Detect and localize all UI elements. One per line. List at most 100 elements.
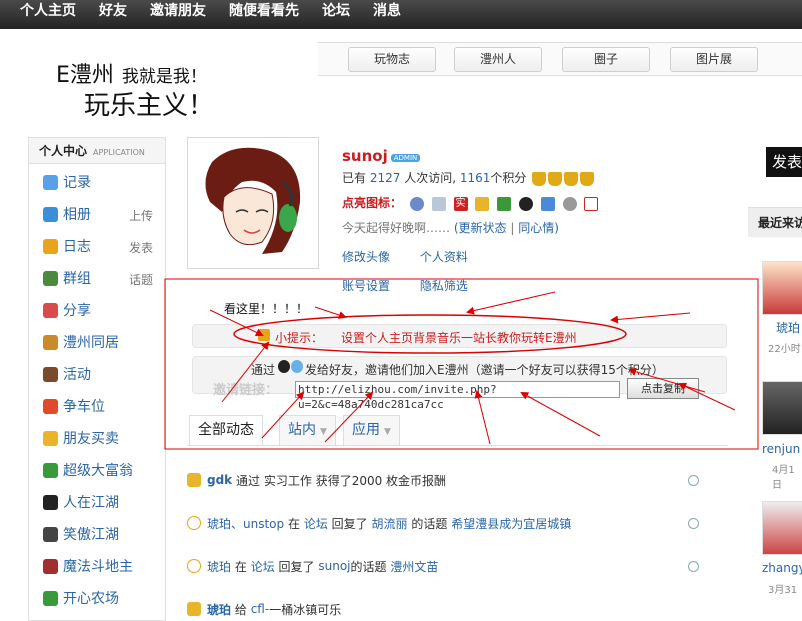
feed-actor[interactable]: 琥珀 [207, 601, 231, 618]
diamond-icon[interactable] [431, 196, 446, 211]
sidebar-item-trade[interactable]: 朋友买卖 [43, 428, 119, 448]
invite-text: 发给好友，邀请他们加入E澧州（邀请一个好友可以获得15个积分） [305, 363, 664, 377]
nav-messages[interactable]: 消息 [363, 0, 411, 29]
house-icon[interactable] [540, 196, 555, 211]
dismiss-icon[interactable] [688, 474, 699, 486]
points-suffix: 个积分 [490, 171, 527, 185]
qq-icon[interactable] [409, 196, 424, 211]
privacy-filter-link[interactable]: 隐私筛选 [420, 279, 468, 293]
sidebar-item-blog[interactable]: 日志 [43, 236, 91, 256]
sidebar-header: 个人中心 APPLICATION [29, 138, 165, 164]
sidebar-item-tycoon[interactable]: 超级大富翁 [43, 460, 133, 480]
feed-item: 琥珀 在 论坛 回复了 sunoj 的话题 澧州文苗 [187, 555, 717, 577]
account-settings-link[interactable]: 账号设置 [342, 279, 390, 293]
profile-info: sunoj ADMIN 已有 2127 人次访问, 1161个积分 点亮图标： 实… [342, 147, 728, 294]
tab-lizhouren[interactable]: 澧州人 [454, 47, 542, 72]
logo-line-2: 玩乐主义！ [84, 91, 215, 121]
visitor-avatar[interactable] [762, 501, 802, 555]
people-icon[interactable] [562, 196, 577, 211]
admin-badge: ADMIN [390, 153, 421, 162]
separator: | [510, 221, 515, 235]
sidebar-item-cohabit[interactable]: 澧州同居 [43, 332, 119, 352]
feed-item: 琥珀 给 cfl- 一桶冰镇可乐 [187, 598, 717, 620]
trophy-icon [548, 171, 563, 186]
tab-wanwuzhi[interactable]: 玩物志 [348, 47, 436, 72]
nav-browse[interactable]: 随便看看先 [219, 0, 309, 29]
feed-actor[interactable]: 琥珀、unstop [207, 515, 284, 532]
feed-forum-link[interactable]: 论坛 [304, 515, 328, 532]
chevron-down-icon: ▼ [384, 427, 391, 437]
card-icon[interactable] [475, 196, 490, 211]
hint-text-link[interactable]: 设置个人主页背景音乐一站长教你玩转E澧州 [341, 329, 577, 346]
tab-gallery[interactable]: 图片展 [670, 47, 758, 72]
dismiss-icon[interactable] [688, 560, 699, 572]
visitor-name[interactable]: zhangy [762, 561, 802, 575]
feed-topic-link[interactable]: 希望澧县成为宜居城镇 [451, 515, 571, 532]
feed-actor[interactable]: gdk [207, 473, 232, 487]
tab-site[interactable]: 站内 ▼ [279, 415, 336, 445]
avatar[interactable] [192, 142, 314, 264]
feed-topic-link[interactable]: 澧州文苗 [390, 558, 438, 575]
nav-friends[interactable]: 好友 [89, 0, 137, 29]
tab-circles[interactable]: 圈子 [562, 47, 650, 72]
sidebar-item-label: 朋友买卖 [63, 431, 119, 447]
sidebar-item-record[interactable]: 记录 [43, 172, 91, 192]
profile-settings-link[interactable]: 个人资料 [420, 250, 468, 264]
visitor-name[interactable]: renjun [762, 442, 800, 456]
sidebar-item-activity[interactable]: 活动 [43, 364, 91, 384]
update-status-link[interactable]: (更新状态 [454, 221, 507, 235]
visitor-name[interactable]: 琥珀 [776, 319, 800, 336]
visitor-avatar[interactable] [762, 261, 802, 315]
sidebar-item-share[interactable]: 分享 [43, 300, 91, 320]
feed-divider [187, 445, 728, 446]
feed-forum-link[interactable]: 论坛 [251, 558, 275, 575]
hint-label: 小提示： [275, 331, 324, 345]
logo-subtitle: 我就是我！ [121, 67, 207, 87]
sidebar-item-label: 开心农场 [63, 591, 119, 607]
top-nav: 个人主页 好友 邀请朋友 随便看看先 论坛 消息 [0, 0, 802, 29]
nav-invite[interactable]: 邀请朋友 [140, 0, 216, 29]
penguin-icon[interactable] [518, 196, 533, 211]
sidebar-item-xiaoao[interactable]: 笑傲江湖 [43, 524, 119, 544]
feed-user-link[interactable]: 胡流丽 [372, 515, 408, 532]
real-name-icon[interactable]: 实 [453, 196, 468, 211]
home-icon[interactable] [497, 196, 512, 211]
nav-home[interactable]: 个人主页 [10, 0, 86, 29]
sword-icon [43, 526, 58, 542]
same-mood-link[interactable]: 同心情) [518, 221, 559, 235]
wizard-icon [43, 558, 58, 574]
site-logo[interactable]: E澧州 我就是我！ 玩乐主义！ [0, 29, 320, 125]
sidebar-item-parking[interactable]: 争车位 [43, 396, 105, 416]
mail-icon[interactable] [584, 196, 599, 211]
visitor-time: 3月31 [768, 585, 798, 596]
tab-all-activity[interactable]: 全部动态 [189, 415, 263, 445]
tab-apps[interactable]: 应用 ▼ [343, 415, 400, 445]
sidebar-item-action[interactable]: 话题 [129, 271, 153, 288]
feed-actor[interactable]: 琥珀 [207, 558, 231, 575]
feed-user-link[interactable]: cfl- [251, 602, 270, 616]
feed-text: 给 [234, 602, 247, 617]
sidebar-item-action[interactable]: 发表 [129, 239, 153, 256]
profile-links-2: 账号设置 隐私筛选 [342, 277, 728, 294]
dismiss-icon[interactable] [688, 517, 699, 529]
sidebar-item-landlord[interactable]: 魔法斗地主 [43, 556, 133, 576]
sidebar-item-farm[interactable]: 开心农场 [43, 588, 119, 608]
speaker-icon [258, 329, 270, 341]
nav-forum[interactable]: 论坛 [312, 0, 360, 29]
feed-item: 琥珀、unstop 在 论坛 回复了 胡流丽 的话题 希望澧县成为宜居城镇 [187, 512, 717, 534]
username[interactable]: sunoj [342, 147, 388, 165]
sidebar-item-label: 日志 [63, 239, 91, 255]
feed-user-link[interactable]: sunoj [318, 559, 350, 573]
sidebar-title: 个人中心 [39, 144, 88, 158]
lit-icons-row: 点亮图标： 实 [342, 194, 728, 211]
edit-avatar-link[interactable]: 修改头像 [342, 250, 390, 264]
sidebar-item-action[interactable]: 上传 [129, 207, 153, 224]
invite-url-input[interactable]: http://elizhou.com/invite.php?u=2&c=48a7… [295, 381, 620, 411]
sidebar-item-group[interactable]: 群组 [43, 268, 91, 288]
sidebar-item-album[interactable]: 相册 [43, 204, 91, 224]
sidebar-item-jianghu[interactable]: 人在江湖 [43, 492, 119, 512]
visitor-avatar[interactable] [762, 381, 802, 435]
copy-button[interactable]: 点击复制 [627, 378, 699, 399]
right-column: 发表 最近来访 琥珀 22小时 renjun 4月1日 zhangy 3月31 [748, 137, 802, 621]
publish-button[interactable]: 发表 [766, 147, 802, 177]
